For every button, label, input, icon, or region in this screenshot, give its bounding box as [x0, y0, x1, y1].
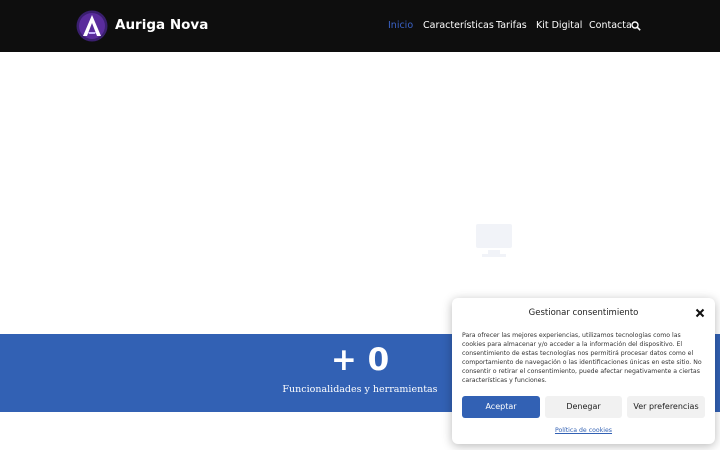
site-header: Auriga Nova Inicio Características Tarif…	[0, 0, 720, 52]
nav-item-contacta[interactable]: Contacta	[589, 20, 632, 31]
auriga-nova-logo-icon[interactable]	[76, 10, 108, 42]
deny-button[interactable]: Denegar	[545, 396, 622, 418]
view-preferences-button[interactable]: Ver preferencias	[627, 396, 705, 418]
dialog-title: Gestionar consentimiento	[528, 308, 639, 318]
close-icon[interactable]	[695, 308, 705, 318]
accept-button[interactable]: Aceptar	[462, 396, 540, 418]
search-icon[interactable]	[631, 21, 641, 31]
nav-item-tarifas[interactable]: Tarifas	[496, 20, 527, 31]
nav-item-caracteristicas[interactable]: Características	[423, 20, 494, 31]
dialog-body-text: Para ofrecer las mejores experiencias, u…	[462, 332, 702, 384]
hero-section	[0, 52, 720, 334]
stat-value: + 0	[330, 342, 390, 378]
stat-label: Funcionalidades y herramientas	[282, 384, 438, 395]
nav-item-kit-digital[interactable]: Kit Digital	[536, 20, 582, 31]
faded-illustration-icon	[476, 224, 512, 257]
cookie-consent-dialog: Gestionar consentimiento Para ofrecer la…	[452, 298, 715, 444]
nav-item-inicio[interactable]: Inicio	[388, 20, 413, 31]
brand-name[interactable]: Auriga Nova	[115, 17, 208, 33]
cookie-policy-link[interactable]: Política de cookies	[452, 427, 715, 434]
